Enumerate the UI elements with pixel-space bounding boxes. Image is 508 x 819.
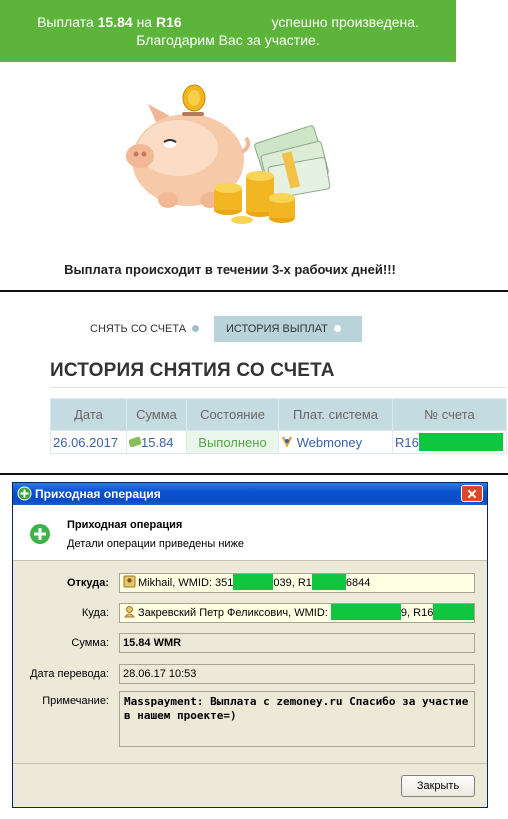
- date-field[interactable]: 28.06.17 10:53: [119, 664, 475, 684]
- column-header-amount: Сумма: [126, 398, 187, 431]
- amount-value: 15.84: [141, 434, 174, 450]
- from-label: Откуда:: [66, 577, 109, 589]
- sum-field[interactable]: 15.84 WMR: [119, 633, 475, 653]
- money-icon: [127, 435, 143, 448]
- close-button[interactable]: Закрыть: [401, 775, 475, 797]
- column-header-account: № счета: [392, 398, 507, 431]
- tab-dot: [333, 325, 341, 332]
- incoming-operation-window: Приходная операция Приходная операция Де…: [12, 482, 488, 808]
- plus-icon: [17, 486, 32, 501]
- table-header-row: Дата Сумма Состояние Плат. система № сче…: [50, 398, 507, 431]
- banner-text: Выплата: [37, 14, 94, 30]
- header-subtitle: Детали операции приведены ниже: [67, 538, 245, 550]
- person-icon: [123, 606, 136, 618]
- banner-amount: 15.84: [97, 14, 133, 30]
- sum-label: Сумма:: [71, 637, 109, 649]
- account-prefix: R16: [395, 435, 419, 450]
- from-text-3: 6844: [345, 577, 371, 589]
- cell-amount: 15.84: [126, 430, 187, 454]
- window-title: Приходная операция: [35, 487, 161, 501]
- banner-line-2: Благодарим Вас за участие.: [136, 32, 320, 48]
- redaction-mask: [181, 15, 268, 29]
- banner-purse: R16: [155, 14, 182, 30]
- cell-account: R16: [392, 430, 507, 454]
- close-icon[interactable]: [461, 485, 483, 502]
- to-label: Куда:: [81, 607, 109, 619]
- history-table: Дата Сумма Состояние Плат. система № сче…: [50, 398, 507, 454]
- tab-withdraw[interactable]: СНЯТЬ СО СЧЕТА: [86, 316, 212, 342]
- window-header: Приходная операция Детали операции приве…: [13, 505, 487, 561]
- banner-text-on: на: [136, 14, 153, 30]
- coin-icon: [182, 84, 206, 112]
- window-titlebar[interactable]: Приходная операция: [13, 483, 487, 505]
- webmoney-icon: [281, 435, 293, 448]
- banner-line-1: Выплата 15.84 на R16 успешно произведена…: [0, 14, 456, 30]
- divider: [13, 763, 487, 764]
- success-banner: Выплата 15.84 на R16 успешно произведена…: [0, 0, 456, 62]
- note-label: Примечание:: [42, 695, 109, 707]
- banner-text-success: успешно произведена.: [271, 14, 419, 30]
- add-circle-icon: [30, 524, 50, 544]
- to-field[interactable]: Закревский Петр Феликсович, WMID: 9, R16: [119, 603, 475, 623]
- header-title: Приходная операция: [67, 519, 183, 531]
- page-title: ИСТОРИЯ СНЯТИЯ СО СЧЕТА: [50, 360, 335, 381]
- column-header-status: Состояние: [186, 398, 279, 431]
- from-text-1: Mikhail, WMID: 351: [138, 577, 234, 589]
- note-field[interactable]: Masspayment: Выплата с zemoney.ru Спасиб…: [119, 691, 475, 747]
- redaction-mask: [433, 604, 474, 620]
- passport-icon: [123, 575, 136, 588]
- tab-dot: [192, 325, 200, 332]
- from-text-2: 039, R1: [273, 577, 312, 589]
- payout-notice: Выплата происходит в течении 3-х рабочих…: [64, 262, 396, 277]
- tab-history-label: ИСТОРИЯ ВЫПЛАТ: [226, 323, 328, 335]
- cell-status: Выполнено: [186, 430, 279, 454]
- date-label: Дата перевода:: [30, 668, 109, 680]
- from-field[interactable]: Mikhail, WMID: 351 039, R1 6844: [119, 573, 475, 593]
- cell-date: 26.06.2017: [50, 430, 127, 454]
- table-row: 26.06.2017 15.84 Выполнено Webmoney R16: [50, 430, 507, 454]
- tab-payout-history[interactable]: ИСТОРИЯ ВЫПЛАТ: [214, 316, 362, 342]
- tab-withdraw-label: СНЯТЬ СО СЧЕТА: [90, 323, 187, 335]
- cell-system: Webmoney: [278, 430, 393, 454]
- system-name: Webmoney: [296, 434, 363, 450]
- divider: [0, 290, 508, 292]
- redaction-mask: [311, 574, 346, 590]
- redaction-mask: [418, 433, 503, 451]
- column-header-system: Плат. система: [278, 398, 393, 431]
- piggy-bank-illustration: [126, 84, 331, 224]
- column-header-date: Дата: [50, 398, 127, 431]
- to-text-2: 9, R16: [400, 607, 434, 619]
- to-text-1: Закревский Петр Феликсович, WMID:: [138, 607, 328, 619]
- redaction-mask: [330, 604, 401, 620]
- redaction-mask: [233, 574, 274, 590]
- title-underline: [50, 387, 506, 388]
- divider: [0, 473, 508, 475]
